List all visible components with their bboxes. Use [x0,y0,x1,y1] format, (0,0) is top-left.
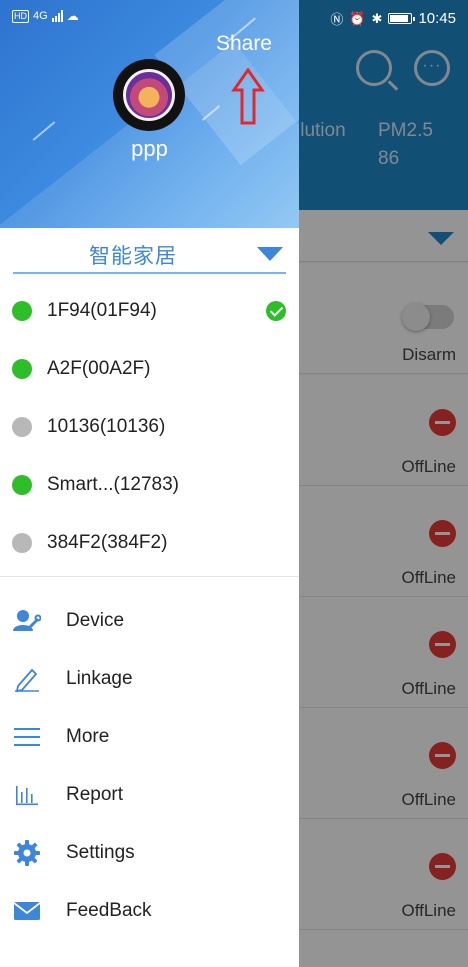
online-status-dot [12,301,32,321]
device-item[interactable]: 384F2(384F2) [0,514,299,572]
menu-item-more[interactable]: More [0,708,299,766]
menu-label: Linkage [66,668,133,689]
avatar-image [123,69,175,121]
menu-item-report[interactable]: Report [0,766,299,824]
device-item[interactable]: A2F(00A2F) [0,340,299,398]
hd-badge: HD [12,9,29,23]
menu-item-feedback[interactable]: FeedBack [0,882,299,940]
menu-item-device[interactable]: Device [0,592,299,650]
avatar[interactable] [113,59,185,131]
mail-icon [13,897,41,925]
offline-status-dot [12,533,32,553]
menu-label: More [66,726,110,747]
navigation-drawer: Share ppp 智能家居 1F94(01F94) A2F(00A2F) 10… [0,0,299,967]
chevron-down-icon [257,247,283,261]
network-type: 4G [33,10,48,22]
device-item[interactable]: 10136(10136) [0,398,299,456]
device-name: Smart...(12783) [47,474,179,495]
alarm-icon: ⏰ [349,10,366,26]
menu-label: Device [66,610,125,631]
device-item[interactable]: 1F94(01F94) [0,282,299,340]
device-name: 10136(10136) [47,416,166,437]
menu-label: FeedBack [66,900,152,921]
nfc-icon: Ⓝ [330,12,344,27]
home-selector[interactable]: 智能家居 [13,234,286,274]
username: ppp [131,136,168,161]
bluetooth-icon: ✱ [371,10,383,26]
check-icon [266,301,286,321]
device-name: 1F94(01F94) [47,300,157,321]
menu-label: Settings [66,842,135,863]
device-name: A2F(00A2F) [47,358,151,379]
divider [0,576,299,577]
home-label: 智能家居 [89,245,177,268]
clock-time: 10:45 [418,10,456,27]
status-bar: HD 4G ☁ Ⓝ ⏰ ✱ 10:45 [0,0,468,36]
device-icon [13,607,41,635]
menu-lines-icon [13,723,41,751]
offline-status-dot [12,417,32,437]
online-status-dot [12,475,32,495]
device-item[interactable]: Smart...(12783) [0,456,299,514]
pencil-icon [13,665,41,693]
menu-item-settings[interactable]: Settings [0,824,299,882]
annotation-arrow-icon [231,68,265,125]
drawer-menu: Device Linkage More Report Settings Feed… [0,592,299,940]
device-name: 384F2(384F2) [47,532,168,553]
online-status-dot [12,359,32,379]
menu-item-linkage[interactable]: Linkage [0,650,299,708]
menu-label: Report [66,784,124,805]
battery-icon [388,13,416,24]
device-list: 1F94(01F94) A2F(00A2F) 10136(10136) Smar… [0,282,299,572]
gear-icon [13,839,41,867]
signal-icon [51,10,63,22]
cloud-icon: ☁ [66,9,79,23]
bar-chart-icon [13,781,41,809]
